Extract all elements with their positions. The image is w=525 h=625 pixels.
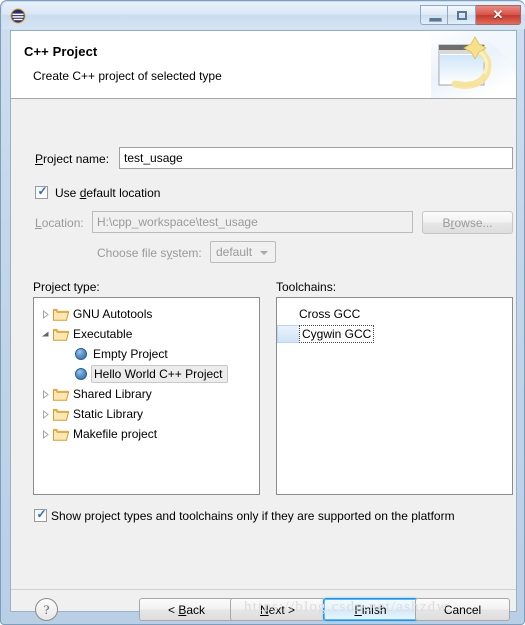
toolchain-item-label: Cross GCC [299,307,361,321]
chevron-right-icon[interactable] [38,409,53,419]
tree-item-empty-project[interactable]: Empty Project [38,344,259,364]
check-icon: ✓ [36,507,47,521]
toolchain-item-label: Cygwin GCC [299,325,375,343]
tree-item-makefile-project[interactable]: Makefile project [38,424,259,444]
page-subtitle: Create C++ project of selected type [33,69,222,83]
chevron-right-icon[interactable] [38,389,53,399]
close-icon: ✕ [492,7,504,22]
wizard-banner-icon [431,31,516,98]
tree-item-label: Hello World C++ Project [91,365,228,383]
show-supported-checkbox[interactable]: ✓ [34,507,47,522]
close-button[interactable]: ✕ [476,5,521,25]
tree-item-label: Makefile project [73,427,158,441]
toolchain-item-cygwin-gcc[interactable]: Cygwin GCC [277,324,512,344]
chevron-down-icon [260,251,268,255]
eclipse-icon [10,8,26,24]
toolchain-item-cross-gcc[interactable]: Cross GCC [277,304,512,324]
title-bar: ✕ [2,2,525,29]
location-label: Location: [35,216,84,230]
tree-item-executable[interactable]: Executable [38,324,259,344]
toolchains-label: Toolchains: [276,280,337,294]
folder-icon [53,408,70,421]
window-controls: ✕ [420,5,521,25]
toolchains-list[interactable]: Cross GCC Cygwin GCC [276,297,513,495]
project-template-icon [75,368,87,380]
tree-item-shared-library[interactable]: Shared Library [38,384,259,404]
filesystem-value: default [216,245,253,259]
minimize-icon [429,18,442,22]
filesystem-select[interactable]: default [210,241,276,263]
tree-item-gnu-autotools[interactable]: GNU Autotools [38,304,259,324]
project-template-icon [75,348,87,360]
project-type-label: Project type: [33,280,100,294]
project-type-tree[interactable]: GNU Autotools Executable Empty Project Hell… [33,297,260,495]
finish-button[interactable]: Finish [323,598,418,621]
back-button[interactable]: < Back [139,598,234,621]
tree-item-label: GNU Autotools [73,307,153,321]
maximize-icon [457,11,467,20]
dialog-window: ✕ C++ Project Create C++ project of sele… [0,0,525,625]
location-input[interactable]: H:\cpp_workspace\test_usage [92,211,413,233]
chevron-right-icon[interactable] [38,429,53,439]
chevron-down-icon[interactable] [38,330,53,339]
minimize-button[interactable] [420,5,448,25]
tree-item-label: Empty Project [93,347,168,361]
use-default-location-checkbox[interactable]: ✓ [35,184,48,199]
filesystem-label: Choose file system: [97,246,202,260]
page-title: C++ Project [24,44,98,59]
project-name-label: Project name: [35,152,110,166]
project-name-input[interactable]: test_usage [119,147,513,169]
folder-icon [53,328,70,341]
folder-icon [53,308,70,321]
tree-item-hello-world-c-project[interactable]: Hello World C++ Project [38,364,259,384]
cancel-button[interactable]: Cancel [415,598,510,621]
folder-icon [53,428,70,441]
help-button[interactable]: ? [35,598,58,621]
tree-item-label: Executable [73,327,133,341]
folder-icon [53,388,70,401]
maximize-button[interactable] [448,5,476,25]
check-icon: ✓ [37,184,48,198]
browse-button[interactable]: Browse... [422,211,513,234]
use-default-location-label: Use default location [55,186,161,200]
tree-item-static-library[interactable]: Static Library [38,404,259,424]
location-value: H:\cpp_workspace\test_usage [97,215,258,229]
tree-item-label: Static Library [73,407,144,421]
footer-divider [11,589,516,590]
tree-item-label: Shared Library [73,387,152,401]
show-supported-label: Show project types and toolchains only i… [51,509,455,523]
dialog-client: C++ Project Create C++ project of select… [10,30,517,621]
next-button[interactable]: Next > [230,598,325,621]
selection-indicator [277,325,299,343]
project-name-value: test_usage [124,151,183,165]
wizard-banner: C++ Project Create C++ project of select… [11,31,516,99]
chevron-right-icon[interactable] [38,309,53,319]
